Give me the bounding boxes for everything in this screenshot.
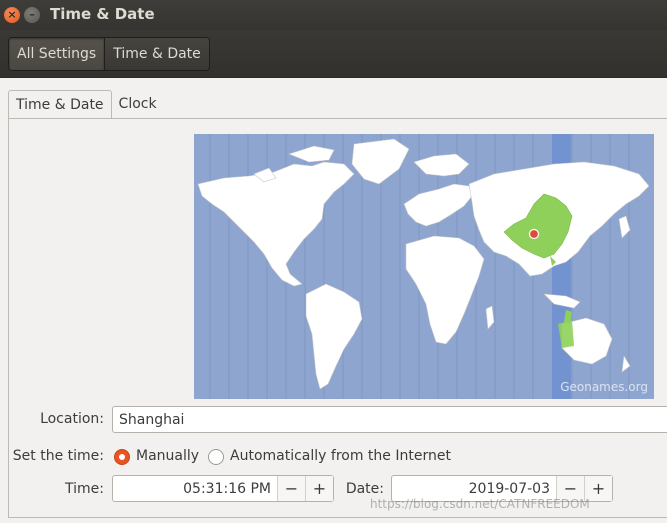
time-decrement-button[interactable]: − <box>277 476 305 501</box>
header-toolbar: All Settings Time & Date <box>0 30 667 78</box>
automatic-radio-label[interactable]: Automatically from the Internet <box>230 448 451 464</box>
breadcrumb-all-settings[interactable]: All Settings <box>9 38 106 70</box>
set-time-label: Set the time: <box>12 448 104 464</box>
window-title: Time & Date <box>50 5 155 23</box>
date-value[interactable]: 2019-07-03 <box>392 481 556 497</box>
manual-radio-label[interactable]: Manually <box>136 448 199 464</box>
watermark: https://blog.csdn.net/CATNFREEDOM <box>370 497 590 511</box>
minimize-icon[interactable]: – <box>24 7 40 23</box>
automatic-radio[interactable] <box>208 449 224 465</box>
title-bar: × – Time & Date <box>0 0 667 30</box>
date-label: Date: <box>345 481 384 497</box>
location-input[interactable]: Shanghai <box>112 406 667 433</box>
map-credit: Geonames.org <box>560 380 648 394</box>
close-icon[interactable]: × <box>4 7 20 23</box>
time-increment-button[interactable]: + <box>305 476 333 501</box>
location-label: Location: <box>40 411 104 427</box>
city-pin-icon <box>528 228 540 240</box>
breadcrumb: All Settings Time & Date <box>8 37 210 71</box>
time-value[interactable]: 05:31:16 PM <box>113 481 277 497</box>
breadcrumb-time-date[interactable]: Time & Date <box>105 38 209 70</box>
manual-radio[interactable] <box>114 449 130 465</box>
timezone-map[interactable]: Geonames.org <box>194 134 654 399</box>
world-map-graphic <box>197 134 650 399</box>
location-value: Shanghai <box>119 411 185 428</box>
time-label: Time: <box>65 481 104 497</box>
tab-bar: Time & Date Clock <box>8 90 164 119</box>
time-spin-field[interactable]: 05:31:16 PM − + <box>112 475 334 502</box>
tab-time-date[interactable]: Time & Date <box>8 90 112 119</box>
tab-clock[interactable]: Clock <box>112 90 164 118</box>
